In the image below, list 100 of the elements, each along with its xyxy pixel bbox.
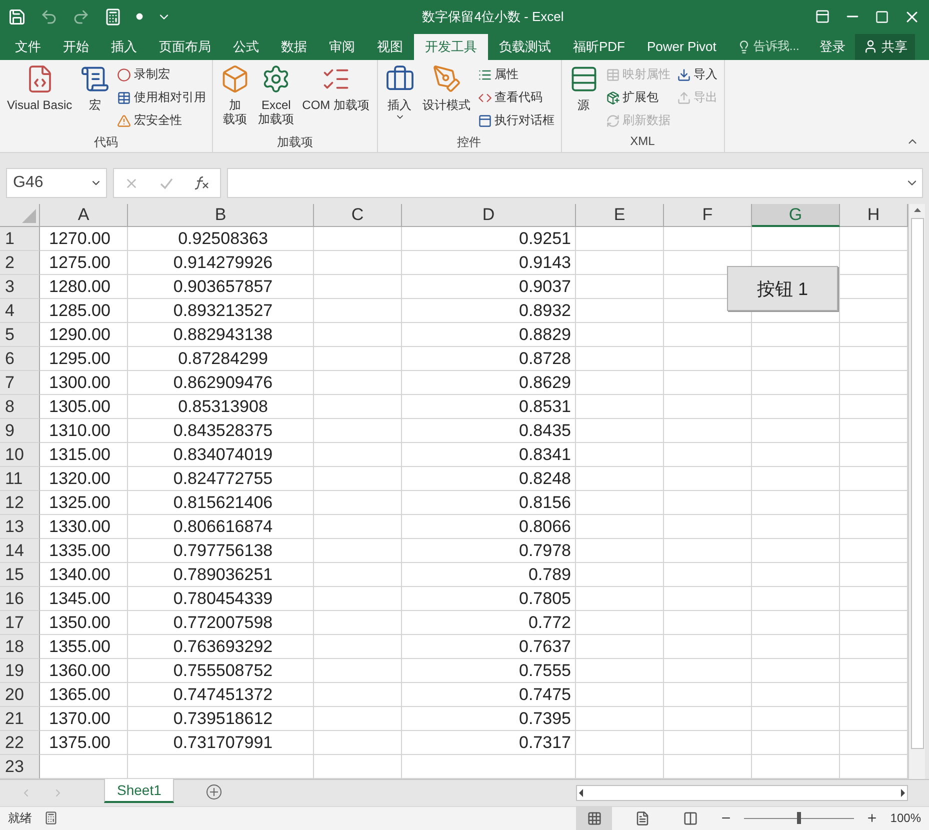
column-header[interactable]: A — [40, 204, 128, 228]
row-header[interactable]: 2 — [0, 251, 40, 276]
ribbon-button[interactable]: 扩展包 — [604, 88, 672, 108]
ribbon-button[interactable]: 执行对话框 — [476, 110, 556, 131]
row-header[interactable]: 22 — [0, 731, 40, 756]
ribbon-tab[interactable]: 负载测试 — [488, 34, 562, 60]
row-header[interactable]: 5 — [0, 323, 40, 348]
row-header[interactable]: 7 — [0, 371, 40, 396]
ribbon-tab[interactable]: 视图 — [366, 34, 414, 60]
row-header[interactable]: 11 — [0, 467, 40, 492]
row-header[interactable]: 21 — [0, 707, 40, 732]
ribbon-tab[interactable]: Power Pivot — [636, 34, 728, 60]
row-header[interactable]: 10 — [0, 443, 40, 468]
table-cell: 0.834074019 — [128, 443, 314, 468]
column-header[interactable]: F — [664, 204, 752, 228]
ribbon-display-icon[interactable] — [815, 9, 830, 24]
login-link[interactable]: 登录 — [809, 34, 856, 60]
check-icon[interactable] — [159, 176, 174, 191]
row-header[interactable]: 23 — [0, 755, 40, 780]
share-button[interactable]: 共享 — [855, 34, 916, 60]
formula-field[interactable] — [227, 168, 923, 198]
ribbon-tab[interactable]: 页面布局 — [148, 34, 222, 60]
row-header[interactable]: 16 — [0, 587, 40, 612]
ribbon-tab[interactable]: 开始 — [52, 34, 100, 60]
ribbon-button[interactable]: 源 — [566, 62, 602, 134]
row-header[interactable]: 17 — [0, 611, 40, 636]
ribbon-button[interactable]: Excel 加载项 — [255, 62, 298, 134]
redo-icon[interactable] — [72, 8, 90, 26]
form-button[interactable]: 按钮 1 — [727, 266, 838, 312]
scroll-thumb[interactable] — [910, 218, 924, 750]
package-icon — [606, 90, 620, 105]
ribbon-tab[interactable]: 开发工具 — [414, 34, 488, 60]
table-cell: 0.8341 — [402, 443, 576, 468]
function-icon[interactable] — [194, 176, 210, 190]
undo-icon[interactable] — [40, 8, 58, 26]
ribbon-tab[interactable]: 插入 — [100, 34, 148, 60]
table-cell: 0.739518612 — [128, 707, 314, 732]
touch-mode-icon[interactable] — [136, 13, 143, 20]
column-header[interactable]: B — [128, 204, 314, 228]
ribbon-button[interactable]: 录制宏 — [115, 64, 208, 85]
table-cell: 0.763693292 — [128, 635, 314, 660]
row-header[interactable]: 14 — [0, 539, 40, 564]
row-header[interactable]: 3 — [0, 275, 40, 300]
name-box[interactable]: G46 — [6, 168, 107, 198]
table-cell: 0.7805 — [402, 587, 576, 612]
column-header[interactable]: C — [314, 204, 402, 228]
row-header[interactable]: 6 — [0, 347, 40, 372]
table-cell: 1345.00 — [40, 587, 128, 612]
horizontal-scrollbar[interactable] — [576, 785, 908, 802]
row-header[interactable]: 4 — [0, 299, 40, 324]
row-header[interactable]: 12 — [0, 491, 40, 516]
column-header[interactable]: D — [402, 204, 576, 228]
ribbon-button[interactable]: 加 载项 — [217, 62, 254, 134]
scroll-left-icon[interactable] — [577, 788, 585, 798]
table-cell: 1300.00 — [40, 371, 128, 396]
table-cell: 1275.00 — [40, 251, 128, 276]
ribbon-button[interactable]: COM 加载项 — [299, 62, 372, 134]
tell-me-field[interactable]: 告诉我... — [727, 34, 810, 60]
ribbon-button[interactable]: Visual Basic — [4, 62, 76, 134]
scroll-right-icon[interactable] — [899, 788, 907, 798]
row-header[interactable]: 13 — [0, 515, 40, 540]
group-label: 代码 — [93, 134, 120, 152]
row-header[interactable]: 9 — [0, 419, 40, 444]
maximize-icon[interactable] — [875, 10, 889, 24]
record-icon — [117, 68, 132, 82]
ribbon-tab[interactable]: 审阅 — [318, 34, 366, 60]
column-header[interactable]: E — [576, 204, 664, 228]
ribbon-button[interactable]: 查看代码 — [476, 88, 556, 108]
ribbon-tab[interactable]: 文件 — [4, 34, 52, 60]
ribbon-button[interactable]: 设计模式 — [420, 62, 474, 134]
table-cell: 0.8435 — [402, 419, 576, 444]
ribbon-tab[interactable]: 福昕PDF — [562, 34, 636, 60]
ribbon-button[interactable]: 宏安全性 — [115, 110, 208, 131]
table-cell: 1320.00 — [40, 467, 128, 492]
table-cell: 0.914279926 — [128, 251, 314, 276]
column-header[interactable]: H — [840, 204, 908, 228]
ribbon-tab[interactable]: 数据 — [270, 34, 318, 60]
zoom-in-icon[interactable] — [866, 812, 878, 824]
row-header[interactable]: 18 — [0, 635, 40, 660]
table-cell: 0.806616874 — [128, 515, 314, 540]
row-header[interactable]: 15 — [0, 563, 40, 588]
row-header[interactable]: 20 — [0, 683, 40, 708]
save-icon[interactable] — [8, 8, 26, 26]
sheet-tab[interactable]: Sheet1 — [104, 779, 174, 804]
table-cell: 0.7395 — [402, 707, 576, 732]
table-cell: 1285.00 — [40, 299, 128, 324]
row-header[interactable]: 8 — [0, 395, 40, 420]
row-header[interactable]: 19 — [0, 659, 40, 684]
ribbon-button[interactable]: 使用相对引用 — [115, 88, 208, 108]
table-cell: 0.789036251 — [128, 563, 314, 588]
ribbon-button[interactable]: 属性 — [476, 64, 556, 85]
add-sheet-icon[interactable] — [206, 784, 222, 800]
ribbon-button[interactable]: 插入 — [382, 62, 418, 134]
table-cell: 1370.00 — [40, 707, 128, 732]
column-header[interactable]: G — [752, 204, 840, 228]
row-header[interactable]: 1 — [0, 227, 40, 252]
ribbon-tab[interactable]: 公式 — [222, 34, 270, 60]
view-button[interactable] — [576, 806, 612, 830]
ribbon-button[interactable]: 导入 — [674, 64, 720, 85]
ribbon-button[interactable]: 宏 — [77, 62, 114, 134]
